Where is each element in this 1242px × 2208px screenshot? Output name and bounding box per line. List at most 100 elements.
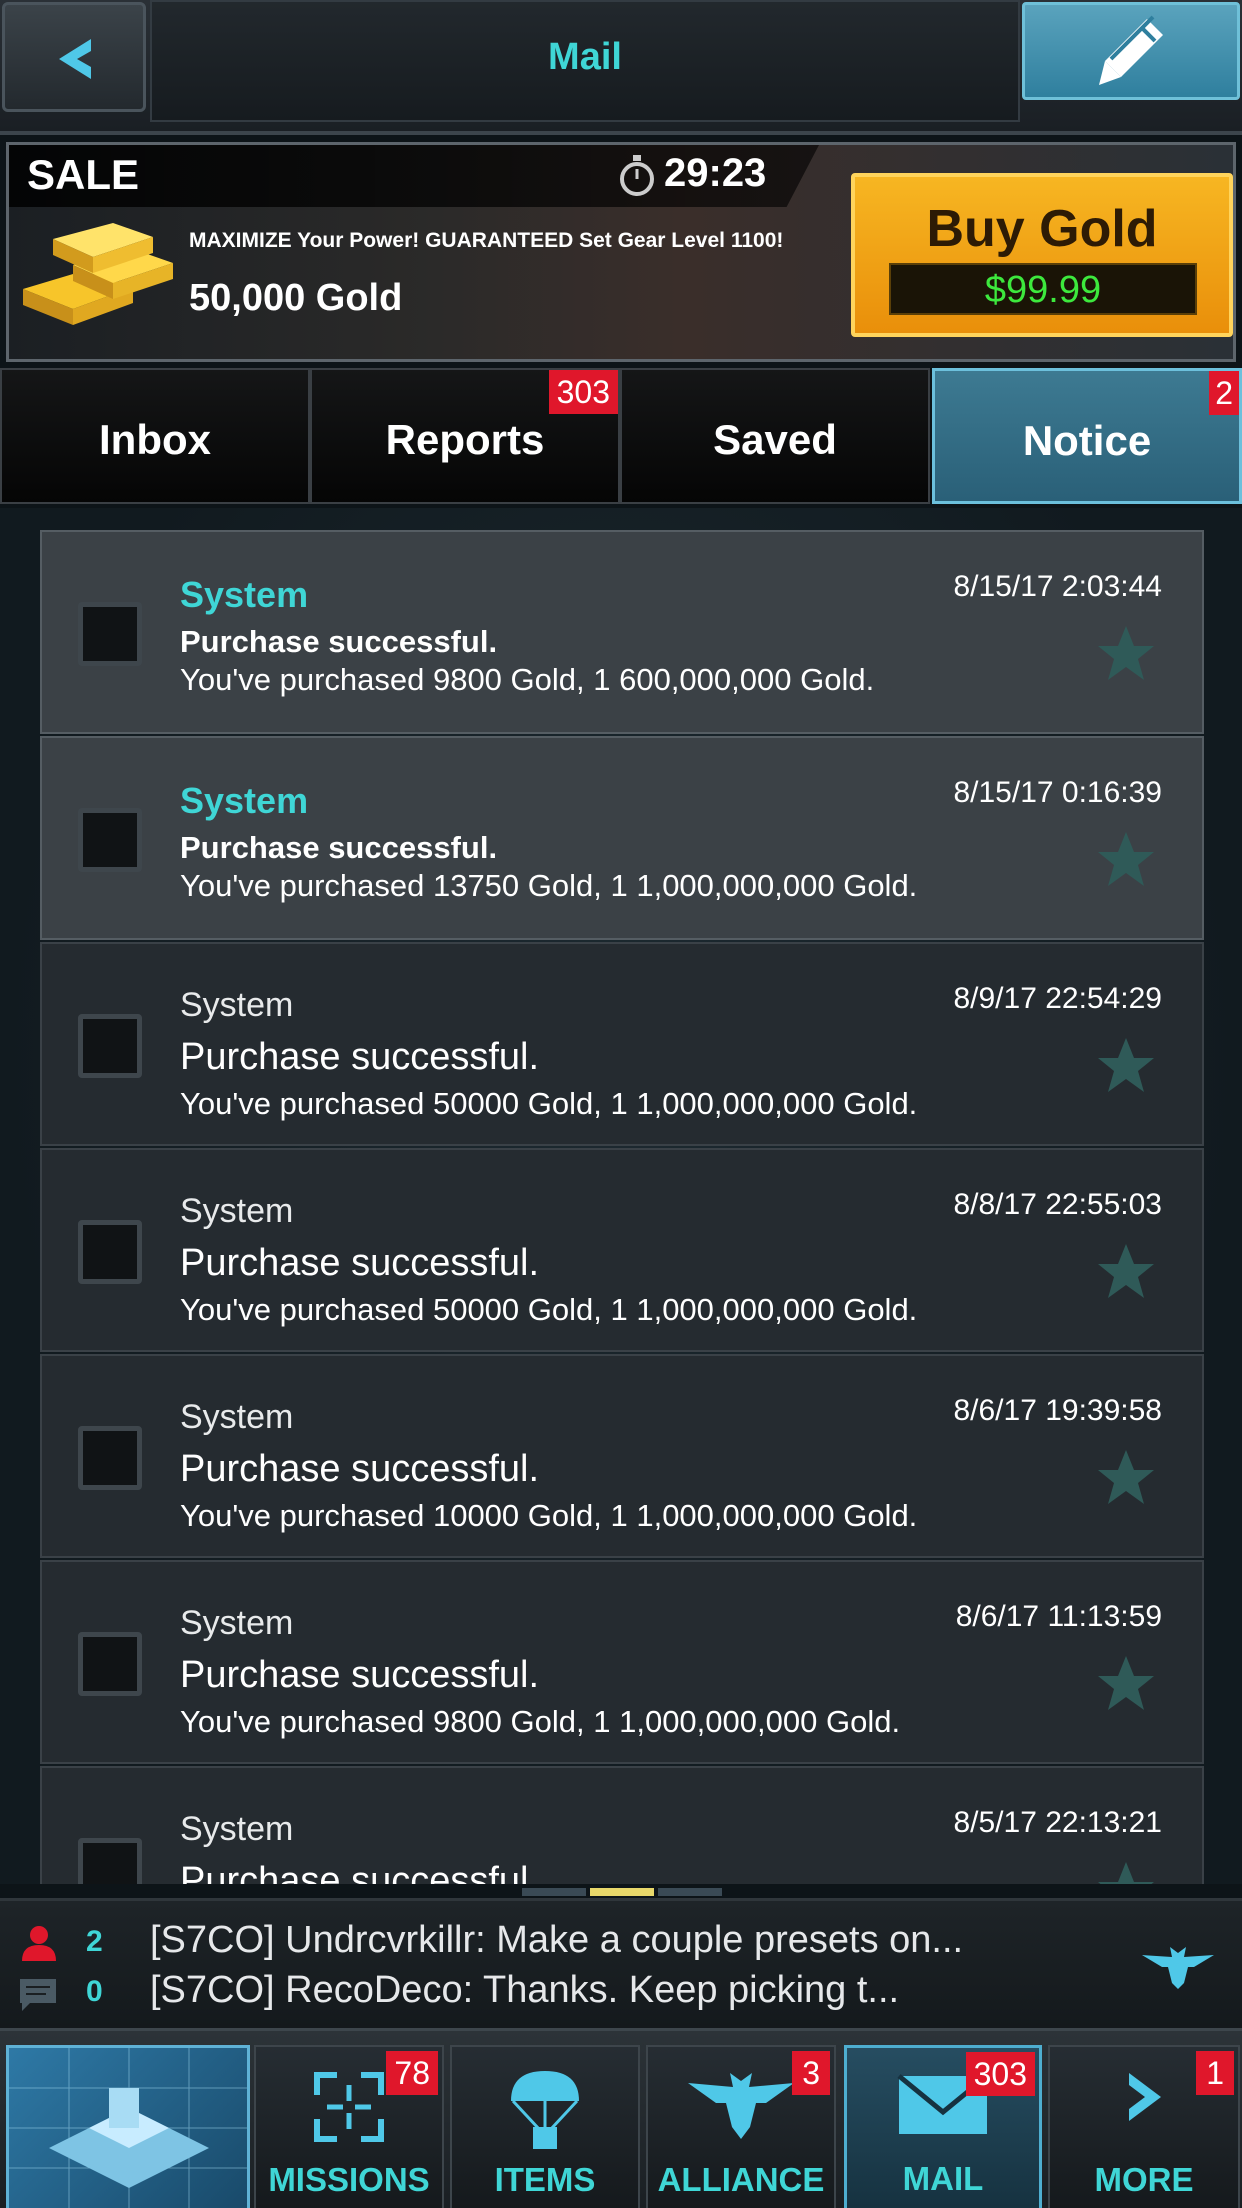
select-checkbox[interactable] — [78, 1014, 142, 1078]
message-subject: Purchase successful. — [180, 1036, 540, 1078]
nav-label: MAIL — [902, 2160, 984, 2197]
parachute-crate-icon — [511, 2071, 579, 2149]
buy-gold-button[interactable]: Buy Gold $99.99 — [851, 173, 1233, 337]
price-box: $99.99 — [889, 263, 1197, 315]
header: Mail — [0, 0, 1242, 135]
message-row[interactable]: System Purchase successful. 8/5/17 22:13… — [40, 1766, 1204, 1884]
chat-preview[interactable]: 2 0 [S7CO] Undrcvrkillr: Make a couple p… — [0, 1898, 1242, 2028]
message-subject: Purchase successful. — [180, 624, 498, 659]
message-body: You've purchased 13750 Gold, 1 1,000,000… — [180, 868, 918, 903]
eagle-icon[interactable] — [1140, 1943, 1216, 1991]
notice-badge: 2 — [1209, 371, 1239, 415]
select-checkbox[interactable] — [78, 1220, 142, 1284]
nav-more[interactable]: 1 MORE — [1048, 2045, 1240, 2208]
message-subject: Purchase successful. — [180, 1242, 540, 1284]
star-icon[interactable] — [1096, 1448, 1156, 1506]
nav-label: ITEMS — [494, 2161, 596, 2198]
reports-badge: 303 — [548, 370, 618, 414]
select-checkbox[interactable] — [78, 808, 142, 872]
message-row[interactable]: System Purchase successful. You've purch… — [40, 1148, 1204, 1352]
chat-message: [S7CO] Undrcvrkillr: Make a couple prese… — [150, 1919, 964, 1961]
price: $99.99 — [984, 269, 1102, 311]
star-icon[interactable] — [1096, 1860, 1156, 1884]
mail-badge: 303 — [965, 2052, 1035, 2096]
page-dot — [658, 1888, 722, 1896]
more-badge: 1 — [1196, 2051, 1234, 2095]
pencil-icon — [1099, 15, 1163, 85]
sale-amount: 50,000 Gold — [189, 277, 403, 319]
base-button[interactable] — [6, 2045, 250, 2208]
page-dot — [522, 1888, 586, 1896]
nav-alliance[interactable]: 3 ALLIANCE — [646, 2045, 836, 2208]
sale-timer: 29:23 — [664, 151, 767, 195]
crosshair-icon — [314, 2072, 384, 2142]
buy-gold-label: Buy Gold — [926, 200, 1158, 258]
stopwatch-icon — [620, 155, 654, 196]
nav-mail[interactable]: 303 MAIL — [844, 2045, 1042, 2208]
star-icon[interactable] — [1096, 1242, 1156, 1300]
message-sender: System — [180, 574, 309, 615]
tab-label: Saved — [713, 416, 837, 463]
page-title: Mail — [548, 36, 622, 78]
message-sender: System — [180, 1398, 294, 1436]
back-button[interactable] — [2, 2, 146, 112]
message-date: 8/15/17 2:03:44 — [953, 570, 1162, 603]
message-row[interactable]: System Purchase successful. You've purch… — [40, 1560, 1204, 1764]
base-icon — [9, 2048, 247, 2208]
star-icon[interactable] — [1096, 624, 1156, 682]
alliance-member-icon — [22, 1926, 56, 1961]
gold-bars-icon — [23, 223, 173, 325]
message-subject: Purchase successful. — [180, 1654, 540, 1696]
page-dot-active — [590, 1888, 654, 1896]
nav-items[interactable]: ITEMS — [450, 2045, 640, 2208]
message-body: You've purchased 9800 Gold, 1 600,000,00… — [180, 662, 875, 697]
tab-label: Reports — [385, 416, 545, 463]
tab-inbox[interactable]: Inbox — [0, 368, 310, 504]
select-checkbox[interactable] — [78, 1426, 142, 1490]
nav-label: MISSIONS — [268, 2161, 430, 2198]
chevron-left-icon — [59, 39, 91, 79]
message-date: 8/6/17 11:13:59 — [955, 1600, 1162, 1633]
sale-banner[interactable]: SALE 29:23 MAXIMIZE Your Power! GUARANTE… — [6, 142, 1236, 362]
message-subject: Purchase successful. — [180, 830, 498, 865]
nav-missions[interactable]: 78 MISSIONS — [254, 2045, 444, 2208]
world-chat-count: 0 — [86, 1975, 103, 2008]
message-list[interactable]: System Purchase successful. You've purch… — [0, 508, 1242, 1884]
message-body: You've purchased 50000 Gold, 1 1,000,000… — [180, 1086, 918, 1121]
sale-label: SALE — [27, 151, 140, 198]
tab-label: Notice — [1022, 417, 1152, 464]
message-row[interactable]: System Purchase successful. You've purch… — [40, 736, 1204, 940]
tab-label: Inbox — [99, 416, 211, 463]
message-date: 8/9/17 22:54:29 — [953, 982, 1162, 1015]
select-checkbox[interactable] — [78, 1632, 142, 1696]
alliance-chat-count: 2 — [86, 1925, 103, 1958]
nav-label: ALLIANCE — [657, 2161, 825, 2198]
star-icon[interactable] — [1096, 1036, 1156, 1094]
message-sender: System — [180, 986, 294, 1024]
compose-button[interactable] — [1022, 2, 1240, 100]
message-subject: Purchase successful. — [180, 1448, 540, 1490]
message-date: 8/15/17 0:16:39 — [953, 776, 1162, 809]
chevron-right-icon — [1129, 2073, 1161, 2121]
tab-notice[interactable]: Notice 2 — [932, 368, 1242, 504]
select-checkbox[interactable] — [78, 602, 142, 666]
tab-reports[interactable]: Reports 303 — [310, 368, 620, 504]
tab-saved[interactable]: Saved — [620, 368, 930, 504]
message-date: 8/6/17 19:39:58 — [953, 1394, 1162, 1427]
star-icon[interactable] — [1096, 1654, 1156, 1712]
message-body: You've purchased 50000 Gold, 1 1,000,000… — [180, 1292, 918, 1327]
missions-badge: 78 — [386, 2051, 438, 2095]
message-sender: System — [180, 1604, 294, 1642]
alliance-badge: 3 — [792, 2051, 830, 2095]
star-icon[interactable] — [1096, 830, 1156, 888]
message-row[interactable]: System Purchase successful. You've purch… — [40, 942, 1204, 1146]
nav-label: MORE — [1094, 2161, 1194, 2198]
message-sender: System — [180, 780, 309, 821]
message-row[interactable]: System Purchase successful. You've purch… — [40, 530, 1204, 734]
mail-tabs: Inbox Reports 303 Saved Notice 2 — [0, 368, 1242, 506]
select-checkbox[interactable] — [78, 1838, 142, 1884]
message-sender: System — [180, 1810, 294, 1848]
message-date: 8/5/17 22:13:21 — [953, 1806, 1162, 1839]
title-bar: Mail — [150, 0, 1020, 122]
message-row[interactable]: System Purchase successful. You've purch… — [40, 1354, 1204, 1558]
